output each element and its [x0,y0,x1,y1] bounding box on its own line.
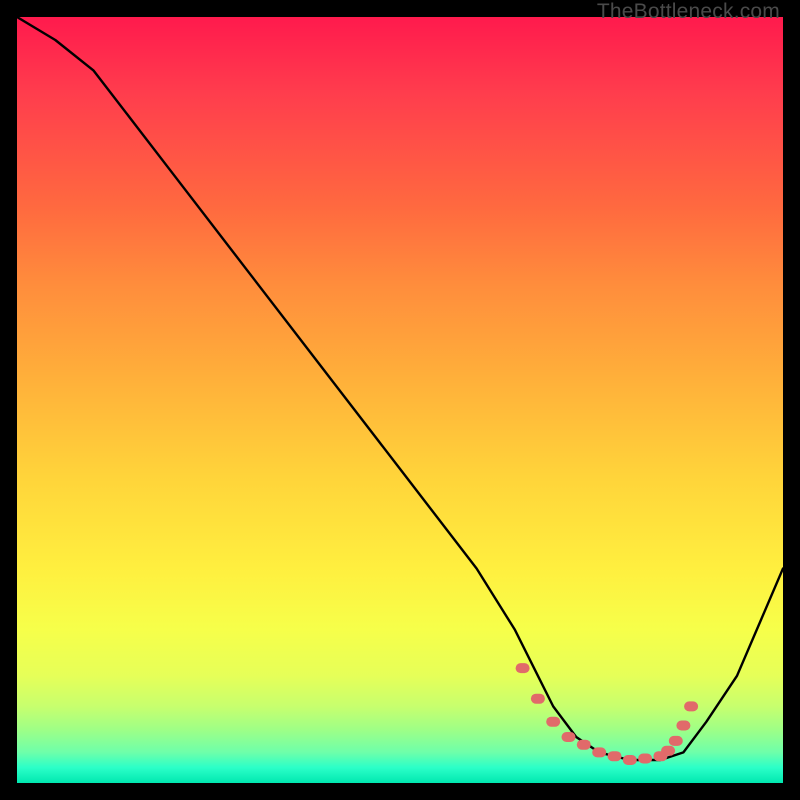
marker-dot [669,736,683,746]
marker-dot [546,717,560,727]
marker-dot [684,701,698,711]
marker-dot [676,721,690,731]
marker-dot [661,746,675,756]
chart-svg [17,17,783,783]
marker-dot [562,732,576,742]
marker-dot [592,747,606,757]
marker-dot [608,751,622,761]
chart-plot-area [17,17,783,783]
marker-dot [531,694,545,704]
marker-dot [638,754,652,764]
marker-dot [577,740,591,750]
marker-dot [516,663,530,673]
bottleneck-curve [17,17,783,760]
marker-dot [623,755,637,765]
optimal-range-markers [516,663,699,765]
chart-frame: TheBottleneck.com [0,0,800,800]
watermark-text: TheBottleneck.com [597,0,780,24]
